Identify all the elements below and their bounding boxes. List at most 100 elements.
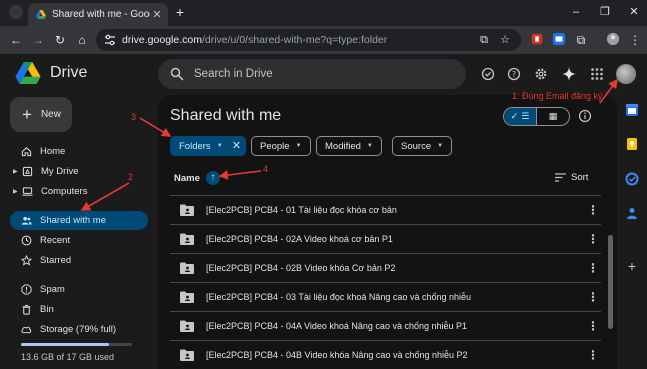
minimize-icon[interactable]: – — [569, 5, 583, 19]
tab-search-button[interactable] — [9, 5, 23, 19]
table-row[interactable]: [Elec2PCB] PCB4 - 01 Tài liệu đọc khóa c… — [170, 195, 601, 224]
search-icon[interactable] — [170, 67, 184, 81]
sidebar-item-label: Spam — [40, 284, 65, 295]
profile-avatar-icon[interactable] — [605, 32, 621, 48]
sidebar-item-home[interactable]: Home — [10, 142, 148, 161]
close-window-icon[interactable]: ✕ — [627, 5, 641, 19]
computer-icon — [21, 186, 33, 198]
tasks-icon[interactable] — [625, 172, 639, 186]
shared-folder-icon — [180, 233, 194, 245]
sort-button[interactable]: Sort — [555, 172, 588, 183]
expand-caret-icon[interactable]: ▶ — [13, 188, 21, 195]
ready-for-offline-icon[interactable] — [481, 67, 495, 81]
maximize-icon[interactable]: ❐ — [598, 5, 612, 19]
more-actions-icon[interactable]: ⋮ — [585, 348, 601, 362]
table-row[interactable]: [Elec2PCB] PCB4 - 03 Tài liệu đọc khoá N… — [170, 282, 601, 311]
grid-icon: ▦ — [548, 111, 558, 121]
extension-red-icon[interactable] — [529, 32, 545, 48]
table-row[interactable]: [Elec2PCB] PCB4 - 04B Video khóa Nâng ca… — [170, 340, 601, 369]
plus-icon: + — [22, 105, 32, 124]
address-bar[interactable]: drive.google.com /drive/u/0/shared-with-… — [96, 29, 521, 51]
table-row[interactable]: [Elec2PCB] PCB4 - 04A Video khoá Nâng ca… — [170, 311, 601, 340]
my-drive-icon — [21, 166, 33, 178]
row-name: [Elec2PCB] PCB4 - 03 Tài liệu đọc khoá N… — [206, 292, 471, 302]
shared-folder-icon — [180, 262, 194, 274]
more-actions-icon[interactable]: ⋮ — [585, 319, 601, 333]
site-settings-icon[interactable] — [104, 34, 116, 46]
list-icon: ☰ — [521, 111, 530, 121]
sidebar-item-spam[interactable]: Spam — [10, 280, 148, 299]
bookmark-star-icon[interactable]: ☆ — [497, 32, 513, 48]
svg-text:?: ? — [512, 70, 516, 79]
more-actions-icon[interactable]: ⋮ — [585, 232, 601, 246]
apps-grid-icon[interactable] — [590, 67, 604, 81]
row-name: [Elec2PCB] PCB4 - 02A Video khoá cơ bản … — [206, 234, 393, 244]
sidebar-item-starred[interactable]: Starred — [10, 251, 148, 270]
calendar-icon[interactable] — [625, 103, 639, 117]
table-row[interactable]: [Elec2PCB] PCB4 - 02B Video khóa Cơ bản … — [170, 253, 601, 282]
extensions-puzzle-icon[interactable]: ⧉ — [573, 32, 589, 48]
column-name-label: Name — [174, 172, 200, 184]
browser-tab[interactable]: Shared with me - Google Drive ✕ — [28, 3, 168, 26]
filter-folders-label: Folders — [179, 140, 211, 152]
forward-icon[interactable]: → — [30, 32, 46, 48]
sidebar-item-storage[interactable]: Storage (79% full) — [10, 320, 148, 339]
sort-ascending-arrow-icon[interactable]: ↑ — [205, 171, 220, 185]
filter-source-chip[interactable]: Source ▼ — [392, 136, 453, 156]
extension-blue-icon[interactable] — [551, 32, 567, 48]
home-icon[interactable]: ⌂ — [74, 32, 90, 48]
filter-people-label: People — [260, 140, 290, 152]
row-name: [Elec2PCB] PCB4 - 01 Tài liệu đọc khóa c… — [206, 205, 397, 215]
new-button[interactable]: + New — [10, 97, 72, 132]
more-actions-icon[interactable]: ⋮ — [585, 290, 601, 304]
dropdown-arrow-icon: ▼ — [366, 143, 373, 149]
contacts-icon[interactable] — [625, 206, 639, 220]
filter-folders-chip[interactable]: Folders ▼ — [170, 136, 227, 156]
back-icon[interactable]: ← — [8, 32, 24, 48]
new-button-label: New — [40, 109, 61, 120]
new-tab-button[interactable]: + — [172, 5, 188, 21]
list-scrollbar[interactable] — [608, 235, 613, 329]
more-actions-icon[interactable]: ⋮ — [585, 261, 601, 275]
browser-menu-icon[interactable]: ⋮ — [627, 32, 643, 48]
close-tab-icon[interactable]: ✕ — [150, 8, 164, 21]
view-details-info-icon[interactable] — [578, 109, 592, 123]
sidebar-item-bin[interactable]: Bin — [10, 300, 148, 319]
side-panel: + — [617, 95, 647, 369]
row-name: [Elec2PCB] PCB4 - 04A Video khoá Nâng ca… — [206, 321, 468, 331]
cloud-icon — [20, 324, 32, 336]
more-actions-icon[interactable]: ⋮ — [585, 203, 601, 217]
help-icon[interactable]: ? — [507, 67, 521, 81]
filter-modified-chip[interactable]: Modified ▼ — [316, 136, 382, 156]
check-icon: ✓ — [510, 111, 519, 121]
drive-app: Drive Search in Drive ? + New Home ▶ My … — [0, 54, 647, 369]
expand-caret-icon[interactable]: ▶ — [13, 168, 21, 175]
list-view-button[interactable]: ✓ ☰ — [504, 108, 537, 125]
sidebar-item-label: Recent — [40, 235, 71, 246]
search-placeholder: Search in Drive — [194, 68, 273, 80]
gemini-sparkle-icon[interactable] — [562, 67, 576, 81]
drive-logo[interactable]: Drive — [15, 62, 87, 84]
sidebar-item-computers[interactable]: ▶ Computers — [10, 182, 148, 201]
search-bar[interactable]: Search in Drive — [158, 59, 466, 89]
row-name: [Elec2PCB] PCB4 - 04B Video khóa Nâng ca… — [206, 350, 468, 360]
grid-view-button[interactable]: ▦ — [537, 108, 569, 125]
settings-gear-icon[interactable] — [534, 67, 548, 81]
sidebar-item-recent[interactable]: Recent — [10, 231, 148, 250]
sidebar-item-label: Home — [40, 146, 66, 157]
spam-icon — [20, 284, 32, 296]
keep-icon[interactable] — [625, 137, 639, 151]
account-avatar[interactable] — [616, 64, 636, 84]
star-icon — [20, 255, 32, 267]
clear-folders-filter-button[interactable]: ✕ — [226, 136, 246, 156]
column-header-name[interactable]: Name ↑ — [174, 168, 601, 188]
reload-icon[interactable]: ↻ — [52, 32, 68, 48]
url-host: drive.google.com — [122, 34, 202, 46]
sidebar-item-shared-with-me[interactable]: Shared with me — [10, 211, 148, 230]
get-addons-plus-icon[interactable]: + — [625, 259, 639, 273]
table-row[interactable]: [Elec2PCB] PCB4 - 02A Video khoá cơ bản … — [170, 224, 601, 253]
shared-folder-icon — [180, 320, 194, 332]
file-list: [Elec2PCB] PCB4 - 01 Tài liệu đọc khóa c… — [170, 195, 601, 369]
install-app-icon[interactable]: ⧉ — [476, 32, 492, 48]
filter-people-chip[interactable]: People ▼ — [251, 136, 311, 156]
